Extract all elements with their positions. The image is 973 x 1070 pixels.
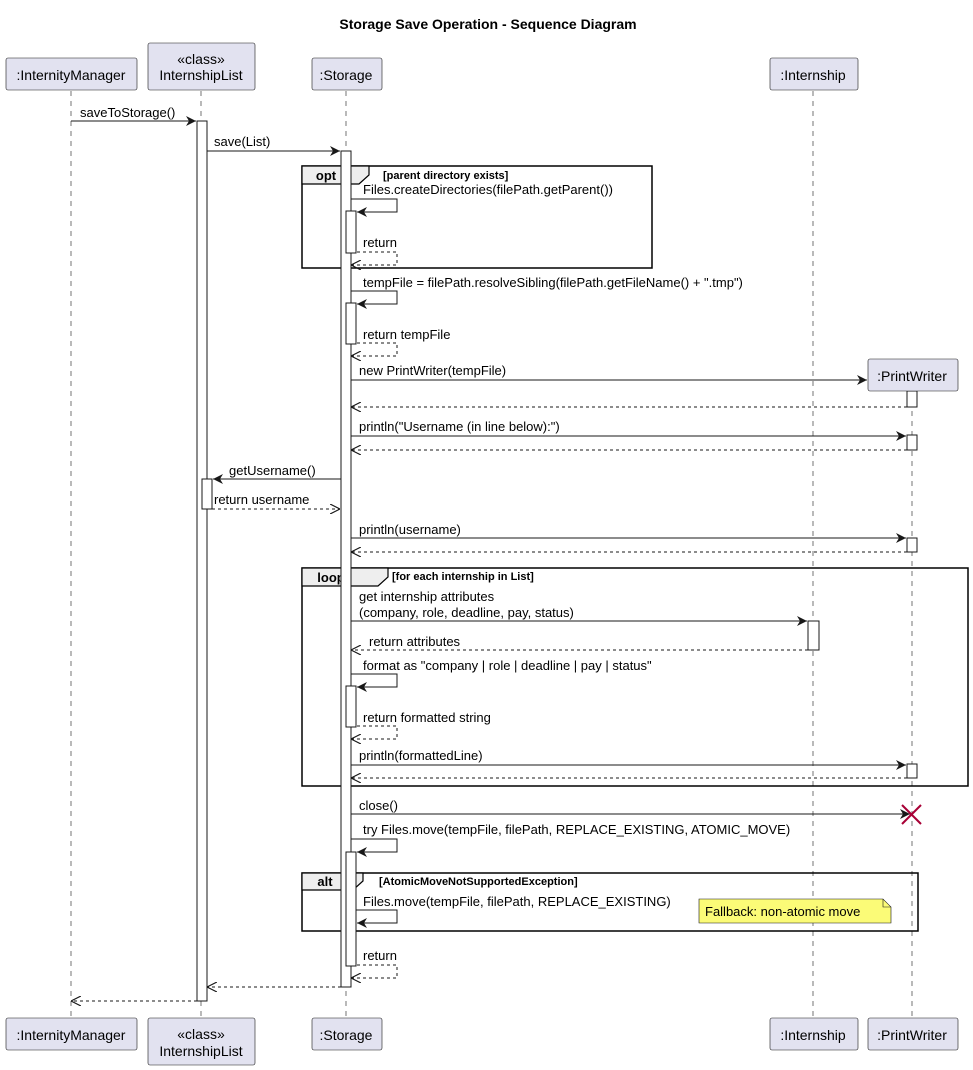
note: Fallback: non-atomic move	[698, 898, 892, 924]
message-label: try Files.move(tempFile, filePath, REPLA…	[363, 822, 790, 837]
fragment-opt-keyword: opt	[316, 168, 337, 183]
message-label: Files.move(tempFile, filePath, REPLACE_E…	[363, 894, 671, 909]
message-labels: saveToStorage() save(List) Files.createD…	[80, 105, 790, 963]
sequence-diagram: Storage Save Operation - Sequence Diagra…	[5, 16, 969, 1066]
message-label: tempFile = filePath.resolveSibling(fileP…	[363, 275, 743, 290]
fragment-opt-condition: [parent directory exists]	[383, 170, 509, 182]
activation-printwriter-create	[906, 390, 918, 408]
participant-stereotype: «class»	[177, 51, 225, 67]
participant-internship: :Internship	[769, 57, 859, 91]
activation-internship-get-attributes	[807, 620, 820, 651]
participant-name: :Internship	[780, 67, 846, 83]
participant-internity-manager: :InternityManager	[5, 1017, 138, 1051]
activation-printwriter-println-line	[906, 763, 918, 779]
self-return-arrow	[351, 725, 398, 739]
activation-printwriter-println-username	[906, 537, 918, 553]
message-label: Files.createDirectories(filePath.getPare…	[363, 182, 613, 197]
activation-printwriter-println-label	[906, 434, 918, 451]
participants-top: :InternityManager «class» InternshipList…	[5, 42, 959, 392]
participant-storage: :Storage	[311, 57, 383, 91]
participant-name: :Storage	[320, 67, 373, 83]
participants-bottom: :InternityManager «class» InternshipList…	[5, 1017, 959, 1066]
message-label: return formatted string	[363, 710, 491, 725]
message-label: println("Username (in line below):")	[359, 419, 560, 434]
participant-name: :InternityManager	[17, 67, 126, 83]
message-label: return tempFile	[363, 327, 450, 342]
self-message-arrow	[351, 290, 398, 309]
participant-storage: :Storage	[311, 1017, 383, 1051]
self-return-arrow	[351, 964, 398, 978]
participant-internity-manager: :InternityManager	[5, 57, 138, 91]
message-label: (company, role, deadline, pay, status)	[359, 605, 574, 620]
message-label: new PrintWriter(tempFile)	[359, 363, 506, 378]
participant-printwriter: :PrintWriter	[867, 1017, 959, 1051]
participant-name: :PrintWriter	[877, 1027, 947, 1043]
message-label: println(formattedLine)	[359, 748, 483, 763]
activation-storage-files-move	[345, 851, 357, 967]
message-label: return	[363, 948, 397, 963]
activation-storage-create-directories	[345, 210, 357, 254]
note-text: Fallback: non-atomic move	[705, 904, 860, 919]
participant-name: :PrintWriter	[877, 368, 947, 384]
activation-internship-list-save	[196, 120, 208, 1002]
self-message-arrow	[356, 909, 398, 928]
participant-printwriter: :PrintWriter	[867, 358, 959, 392]
activation-storage-format	[345, 685, 357, 728]
message-label: saveToStorage()	[80, 105, 175, 120]
message-label: format as "company | role | deadline | p…	[363, 658, 652, 673]
participant-name: :InternityManager	[17, 1027, 126, 1043]
participant-internship-list: «class» InternshipList	[147, 42, 256, 91]
self-return-arrow	[351, 251, 398, 265]
fragment-alt-keyword: alt	[317, 874, 333, 889]
participant-name: InternshipList	[159, 67, 242, 83]
participant-stereotype: «class»	[177, 1026, 225, 1042]
fragment-alt-condition: [AtomicMoveNotSupportedException]	[379, 876, 578, 888]
self-message-arrow	[351, 198, 398, 217]
message-label: return attributes	[369, 634, 461, 649]
participant-name: :Storage	[320, 1027, 373, 1043]
participant-internship: :Internship	[769, 1017, 859, 1051]
activation-internship-list-get-username	[201, 478, 213, 510]
message-label: get internship attributes	[359, 589, 495, 604]
self-message-arrow	[351, 838, 398, 857]
participant-internship-list: «class» InternshipList	[147, 1017, 256, 1066]
self-return-arrow	[351, 342, 398, 356]
message-label: return username	[214, 492, 309, 507]
participant-name: InternshipList	[159, 1043, 242, 1059]
diagram-title: Storage Save Operation - Sequence Diagra…	[339, 16, 636, 32]
participant-name: :Internship	[780, 1027, 846, 1043]
activation-bars	[196, 120, 918, 1002]
message-label: save(List)	[214, 134, 270, 149]
fragment-loop-condition: [for each internship in List]	[392, 571, 534, 583]
message-label: return	[363, 235, 397, 250]
activation-storage-resolve-sibling	[345, 302, 357, 345]
message-label: close()	[359, 798, 398, 813]
message-label: println(username)	[359, 522, 461, 537]
message-label: getUsername()	[229, 463, 316, 478]
self-message-arrow	[351, 673, 398, 692]
